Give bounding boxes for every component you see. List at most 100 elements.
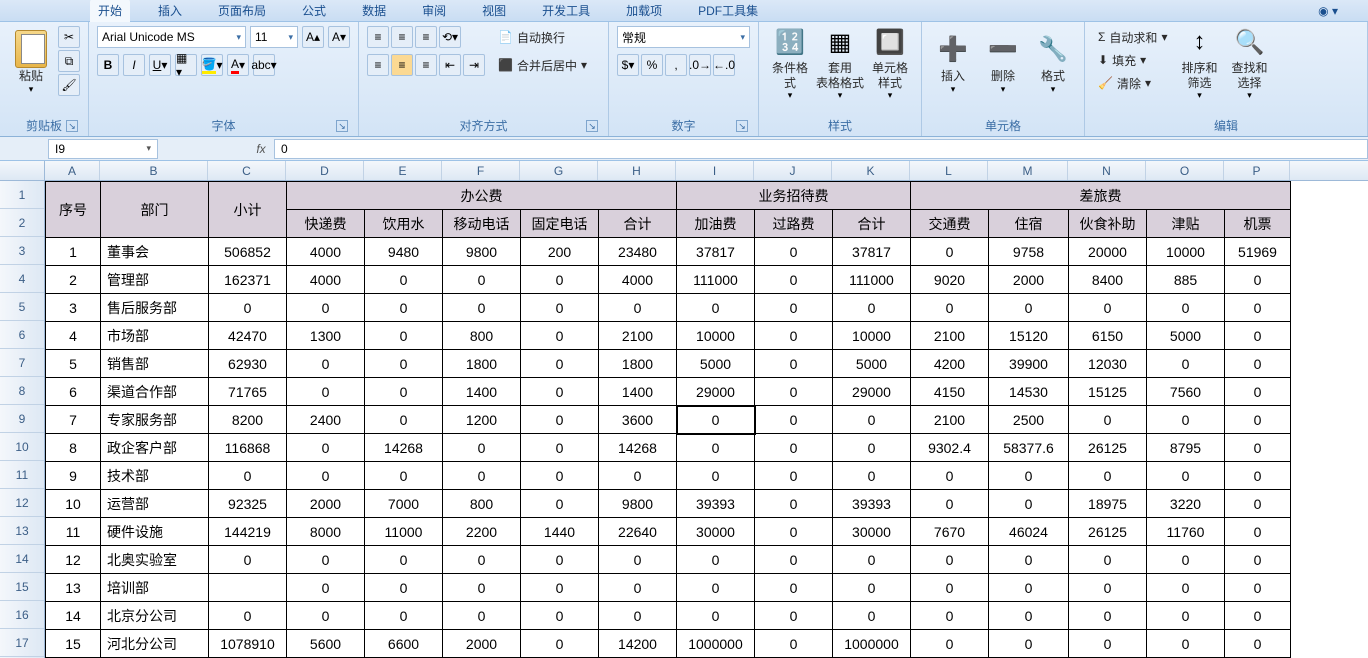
cell[interactable]: 0 <box>1147 574 1225 602</box>
row-header[interactable]: 3 <box>0 237 44 265</box>
cell[interactable]: 0 <box>209 462 287 490</box>
delete-cells-button[interactable]: ➖删除▾ <box>980 26 1026 102</box>
cell[interactable]: 5600 <box>287 630 365 658</box>
cell[interactable]: 12030 <box>1069 350 1147 378</box>
cell[interactable]: 2100 <box>599 322 677 350</box>
cell[interactable]: 0 <box>365 546 443 574</box>
percent-button[interactable]: % <box>641 54 663 76</box>
cell[interactable]: 506852 <box>209 238 287 266</box>
cell[interactable]: 1300 <box>287 322 365 350</box>
cell[interactable]: 0 <box>1225 322 1291 350</box>
cell[interactable]: 0 <box>287 546 365 574</box>
cell[interactable]: 7 <box>46 406 101 434</box>
align-launcher-icon[interactable]: ↘ <box>586 120 598 132</box>
cell[interactable]: 7670 <box>911 518 989 546</box>
cell[interactable]: 37817 <box>833 238 911 266</box>
header-cell[interactable]: 饮用水 <box>365 210 443 238</box>
cell[interactable]: 政企客户部 <box>101 434 209 462</box>
cell[interactable]: 0 <box>443 266 521 294</box>
header-cell[interactable]: 快递费 <box>287 210 365 238</box>
cell[interactable]: 0 <box>287 378 365 406</box>
cell[interactable]: 0 <box>1225 462 1291 490</box>
header-cell[interactable]: 差旅费 <box>911 182 1291 210</box>
cell[interactable]: 9480 <box>365 238 443 266</box>
indent-decrease-button[interactable]: ⇤ <box>439 54 461 76</box>
cell[interactable]: 0 <box>677 602 755 630</box>
cell[interactable]: 162371 <box>209 266 287 294</box>
comma-button[interactable]: , <box>665 54 687 76</box>
cell[interactable]: 22640 <box>599 518 677 546</box>
cell[interactable]: 6 <box>46 378 101 406</box>
cell[interactable]: 14 <box>46 602 101 630</box>
sort-filter-button[interactable]: ↕排序和 筛选▾ <box>1176 26 1222 102</box>
cell[interactable]: 0 <box>365 462 443 490</box>
align-top-button[interactable]: ≡ <box>367 26 389 48</box>
cell[interactable]: 5 <box>46 350 101 378</box>
cell[interactable]: 37817 <box>677 238 755 266</box>
cell[interactable]: 9302.4 <box>911 434 989 462</box>
cell[interactable]: 0 <box>1225 546 1291 574</box>
currency-button[interactable]: $▾ <box>617 54 639 76</box>
cell[interactable]: 0 <box>521 322 599 350</box>
cell[interactable]: 0 <box>599 462 677 490</box>
cell[interactable]: 运营部 <box>101 490 209 518</box>
cell[interactable]: 144219 <box>209 518 287 546</box>
cell[interactable]: 1400 <box>443 378 521 406</box>
row-header[interactable]: 1 <box>0 181 44 209</box>
cell[interactable]: 渠道合作部 <box>101 378 209 406</box>
cell[interactable]: 1078910 <box>209 630 287 658</box>
tab-view[interactable]: 视图 <box>474 0 514 22</box>
cell[interactable]: 1000000 <box>677 630 755 658</box>
header-cell[interactable]: 移动电话 <box>443 210 521 238</box>
cell[interactable]: 11 <box>46 518 101 546</box>
cell[interactable]: 0 <box>521 434 599 462</box>
cell[interactable]: 14530 <box>989 378 1069 406</box>
cell[interactable]: 0 <box>521 294 599 322</box>
cell[interactable]: 3220 <box>1147 490 1225 518</box>
header-cell[interactable]: 加油费 <box>677 210 755 238</box>
cell[interactable]: 0 <box>443 574 521 602</box>
cell[interactable]: 71765 <box>209 378 287 406</box>
phonetic-button[interactable]: abc▾ <box>253 54 275 76</box>
tab-home[interactable]: 开始 <box>90 0 130 22</box>
cell[interactable]: 10 <box>46 490 101 518</box>
cell[interactable]: 0 <box>287 294 365 322</box>
cell[interactable]: 0 <box>755 630 833 658</box>
row-header[interactable]: 9 <box>0 405 44 433</box>
header-cell[interactable]: 部门 <box>101 182 209 238</box>
paste-button[interactable]: 粘贴 ▾ <box>8 26 54 102</box>
cell[interactable]: 2000 <box>989 266 1069 294</box>
cell[interactable]: 800 <box>443 322 521 350</box>
cell[interactable]: 10000 <box>677 322 755 350</box>
cell[interactable]: 0 <box>1069 294 1147 322</box>
cell[interactable]: 0 <box>521 490 599 518</box>
clipboard-launcher-icon[interactable]: ↘ <box>66 120 78 132</box>
cell[interactable]: 8 <box>46 434 101 462</box>
cell[interactable]: 0 <box>599 546 677 574</box>
cell-styles-button[interactable]: 🔲单元格 样式▾ <box>867 26 913 102</box>
cell[interactable]: 6150 <box>1069 322 1147 350</box>
cell[interactable]: 1200 <box>443 406 521 434</box>
format-painter-button[interactable]: 🖌 <box>58 74 80 96</box>
cell[interactable]: 2000 <box>287 490 365 518</box>
cell[interactable]: 0 <box>521 574 599 602</box>
cell[interactable]: 8795 <box>1147 434 1225 462</box>
fill-button[interactable]: ⬇ 填充 ▾ <box>1093 49 1172 71</box>
increase-font-button[interactable]: A▴ <box>302 26 324 48</box>
decrease-font-button[interactable]: A▾ <box>328 26 350 48</box>
cell[interactable]: 9800 <box>599 490 677 518</box>
cell[interactable]: 技术部 <box>101 462 209 490</box>
cell[interactable]: 9 <box>46 462 101 490</box>
cell[interactable]: 0 <box>599 574 677 602</box>
cell[interactable]: 0 <box>365 574 443 602</box>
cell[interactable]: 2500 <box>989 406 1069 434</box>
formula-input[interactable]: 0 <box>274 139 1368 159</box>
cell[interactable]: 0 <box>287 462 365 490</box>
tab-addin[interactable]: 加载项 <box>618 0 670 22</box>
header-cell[interactable]: 序号 <box>46 182 101 238</box>
cell[interactable]: 0 <box>755 294 833 322</box>
cell[interactable]: 8000 <box>287 518 365 546</box>
column-header[interactable]: J <box>754 161 832 180</box>
font-launcher-icon[interactable]: ↘ <box>336 120 348 132</box>
increase-decimal-button[interactable]: .0→ <box>689 54 711 76</box>
